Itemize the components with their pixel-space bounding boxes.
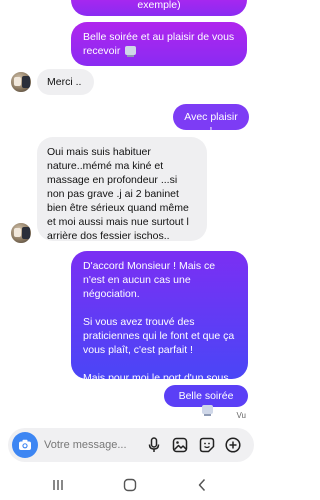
message-bubble-outgoing[interactable]: Belle soirée et au plaisir de vous recev… [71,22,247,66]
camera-button[interactable] [12,432,38,458]
recent-apps-button[interactable] [46,476,70,494]
message-bubble-incoming[interactable]: Merci .. [37,69,94,95]
message-text: Merci .. [47,76,82,88]
microphone-button[interactable] [145,436,163,454]
message-input[interactable] [44,437,144,453]
message-composer [8,428,254,462]
message-text: exemple) [137,0,181,11]
conversation-thread: exemple) Belle soirée et au plaisir de v… [0,0,260,424]
message-bubble-outgoing[interactable]: Belle soirée [164,385,248,416]
recent-apps-icon [53,480,63,490]
message-text: Oui mais suis habituer nature..mémé ma k… [47,146,189,242]
avatar[interactable] [10,222,32,244]
avatar[interactable] [10,71,32,93]
back-button[interactable] [190,476,214,494]
home-icon [123,478,137,492]
face-emoji-icon [201,405,213,416]
gallery-button[interactable] [171,436,189,454]
message-text: Avec plaisir ! [184,111,238,137]
sticker-button[interactable] [198,436,216,454]
message-bubble-outgoing[interactable]: D'accord Monsieur ! Mais ce n'est en auc… [71,251,248,398]
home-button[interactable] [118,476,142,494]
message-bubble-outgoing[interactable]: Avec plaisir ! [173,104,249,137]
message-bubble-outgoing[interactable]: exemple) [71,0,247,16]
face-emoji-icon [125,46,137,57]
message-paragraph: D'accord Monsieur ! Mais ce n'est en auc… [83,260,216,300]
plus-icon [225,437,241,453]
message-text: Belle soirée [178,390,234,402]
message-paragraph: Si vous avez trouvé des praticiennes qui… [83,316,235,356]
gallery-icon [172,437,188,453]
plus-button[interactable] [224,436,242,454]
message-bubble-incoming[interactable]: Oui mais suis habituer nature..mémé ma k… [37,137,207,242]
system-navigation-bar [0,470,260,500]
message-text: Belle soirée et au plaisir de vous recev… [83,31,235,57]
seen-indicator: Vu [236,411,247,420]
back-icon [198,478,206,492]
camera-icon [19,439,31,450]
sticker-icon [199,437,215,453]
microphone-icon [148,437,160,452]
